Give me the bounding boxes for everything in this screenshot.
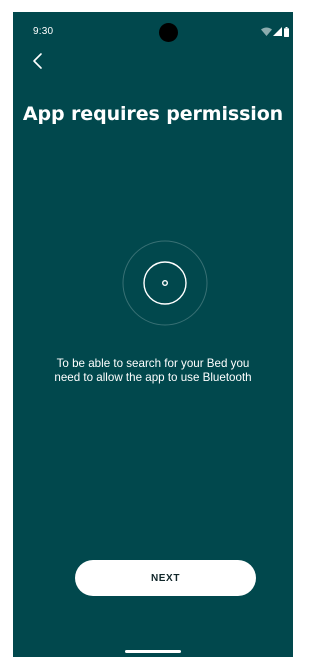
chevron-left-icon — [33, 53, 42, 69]
next-button[interactable]: NEXT — [75, 560, 256, 596]
bluetooth-scan-icon — [122, 240, 208, 326]
cellular-signal-icon — [273, 27, 282, 36]
status-bar: 9:30 — [13, 12, 293, 44]
battery-icon — [284, 27, 289, 37]
page-title: App requires permission — [22, 103, 284, 125]
wifi-icon — [261, 27, 272, 36]
camera-cutout — [159, 23, 178, 42]
back-button[interactable] — [29, 50, 49, 72]
device-frame: 9:30 App requires permission To be able … — [0, 0, 306, 657]
bluetooth-scan-illustration — [120, 238, 210, 328]
status-time: 9:30 — [33, 26, 54, 37]
home-indicator[interactable] — [125, 650, 181, 653]
permission-description: To be able to search for your Bed you ne… — [54, 357, 252, 384]
status-icons — [251, 27, 291, 37]
permission-screen: 9:30 App requires permission To be able … — [13, 12, 293, 657]
